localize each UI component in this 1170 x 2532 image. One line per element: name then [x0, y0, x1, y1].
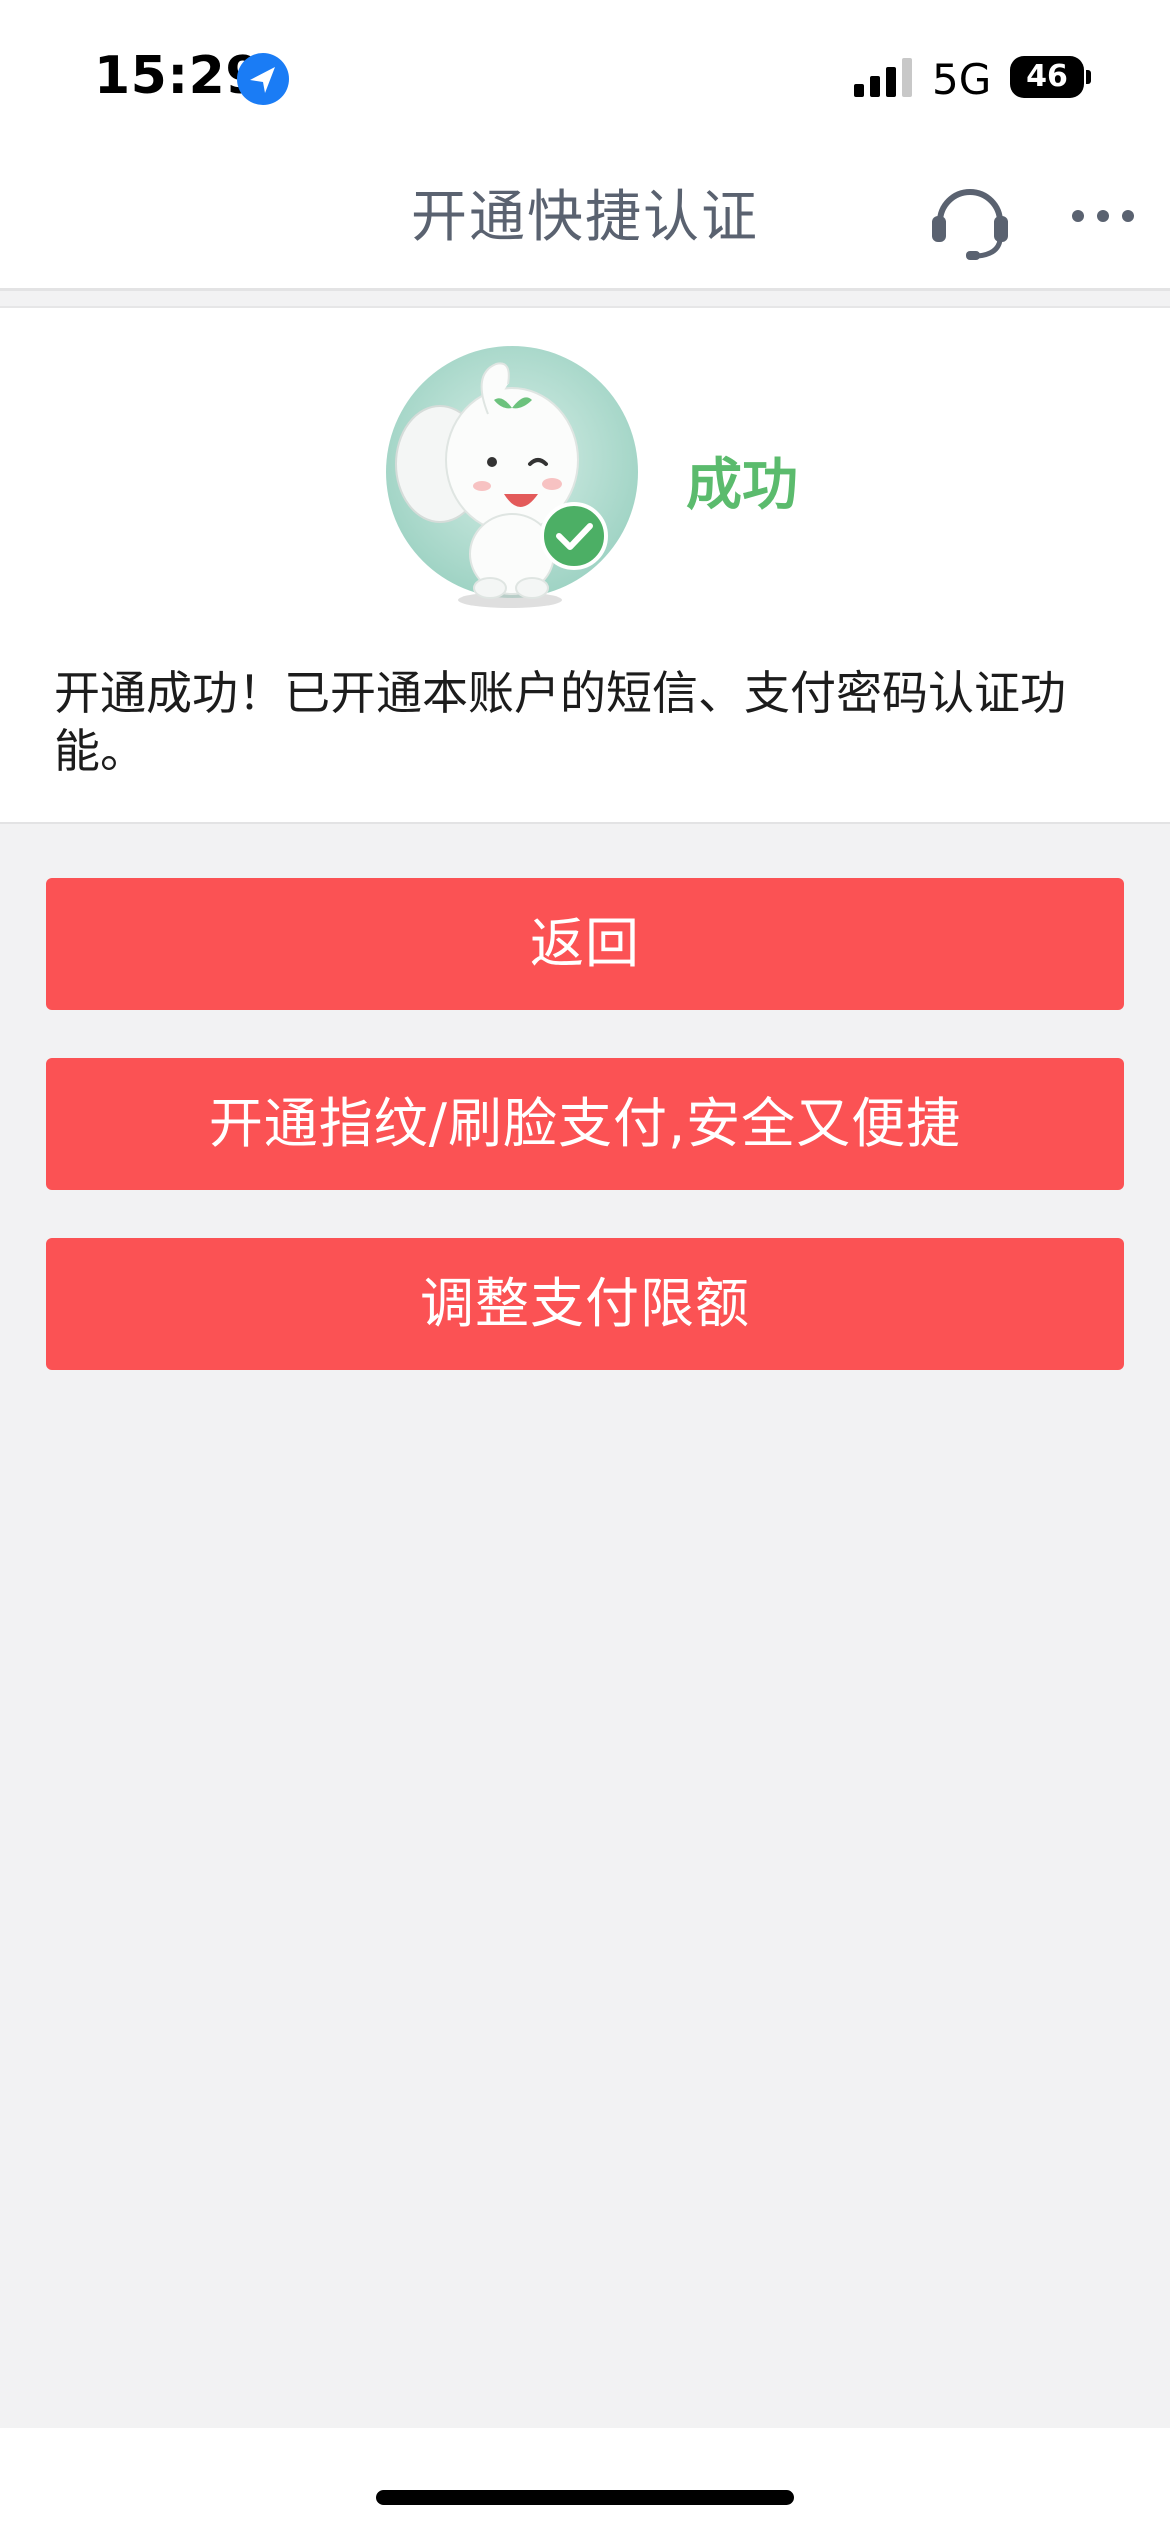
back-button[interactable]: 返回: [46, 878, 1124, 1010]
status-bar: 15:29 5G 46: [0, 0, 1170, 150]
home-indicator[interactable]: [376, 2490, 794, 2505]
elephant-mascot-image: [386, 346, 638, 608]
location-arrow-icon: [237, 53, 289, 105]
network-type: 5G: [932, 55, 992, 104]
status-label: 成功: [686, 453, 798, 518]
battery-tip: [1086, 70, 1091, 84]
home-area: [0, 2428, 1170, 2532]
result-card: 成功 开通成功！已开通本账户的短信、支付密码认证功能。: [0, 306, 1170, 824]
enable-biometric-pay-button[interactable]: 开通指纹/刷脸支付,安全又便捷: [46, 1058, 1124, 1190]
battery-indicator: 46: [1010, 56, 1084, 98]
more-icon[interactable]: [1070, 206, 1136, 226]
result-message: 开通成功！已开通本账户的短信、支付密码认证功能。: [54, 666, 1066, 778]
nav-bar: 开通快捷认证: [0, 150, 1170, 291]
headset-icon[interactable]: [930, 178, 1010, 262]
signal-bars-icon: [854, 58, 912, 97]
adjust-limit-button[interactable]: 调整支付限额: [46, 1238, 1124, 1370]
